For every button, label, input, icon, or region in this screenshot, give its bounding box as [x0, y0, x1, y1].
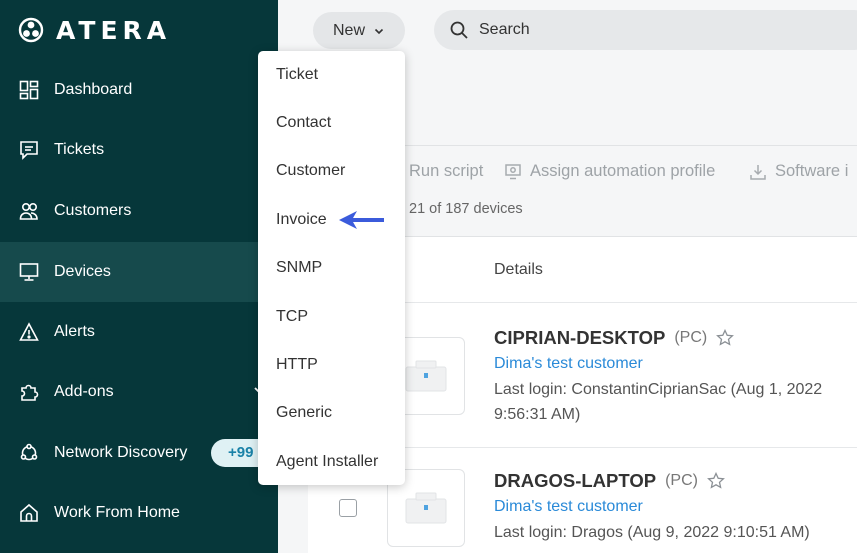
menu-item-snmp[interactable]: SNMP: [276, 259, 322, 277]
sidebar-item-label: Tickets: [54, 141, 105, 158]
device-name[interactable]: CIPRIAN-DESKTOP (PC): [494, 327, 735, 349]
menu-item-ticket[interactable]: Ticket: [276, 66, 318, 84]
last-login: Last login: ConstantinCiprianSac (Aug 1,…: [494, 381, 823, 423]
device-name-text: CIPRIAN-DESKTOP: [494, 327, 666, 348]
assign-automation-profile-button[interactable]: Assign automation profile: [504, 162, 715, 181]
sidebar-item-devices[interactable]: Devices: [0, 242, 278, 302]
dashboard-icon: [18, 79, 40, 101]
computer-case-icon: [405, 360, 447, 392]
sidebar-item-customers[interactable]: Customers: [0, 181, 278, 241]
sidebar: ATERA Dashboard Tickets Customers Device…: [0, 0, 291, 553]
menu-item-http[interactable]: HTTP: [276, 356, 318, 374]
row-checkbox[interactable]: [339, 499, 357, 517]
device-name[interactable]: DRAGOS-LAPTOP (PC): [494, 470, 725, 492]
brand-logo[interactable]: ATERA: [18, 15, 171, 45]
search-icon: [450, 21, 468, 39]
star-icon[interactable]: [716, 329, 735, 347]
new-button-label: New: [332, 21, 365, 39]
sidebar-item-label: Add-ons: [54, 383, 114, 400]
device-type: (PC): [674, 329, 708, 346]
new-dropdown-menu: Ticket Contact Customer Invoice SNMP TCP…: [258, 51, 405, 485]
sidebar-item-label: Dashboard: [54, 81, 133, 98]
last-login: Last login: Dragos (Aug 9, 2022 9:10:51 …: [494, 524, 810, 541]
sidebar-item-label: Work From Home: [54, 504, 180, 521]
menu-item-generic[interactable]: Generic: [276, 404, 332, 422]
menu-item-tcp[interactable]: TCP: [276, 308, 308, 326]
menu-item-contact[interactable]: Contact: [276, 114, 331, 132]
device-count: 21 of 187 devices: [409, 201, 523, 217]
ticket-icon: [18, 139, 40, 161]
sidebar-item-dashboard[interactable]: Dashboard: [0, 60, 278, 120]
customer-link[interactable]: Dima's test customer: [494, 355, 643, 373]
sidebar-item-alerts[interactable]: Alerts: [0, 302, 278, 362]
software-install-button[interactable]: Software i: [749, 162, 848, 181]
menu-item-customer[interactable]: Customer: [276, 162, 345, 180]
download-icon: [750, 164, 766, 180]
sidebar-item-tickets[interactable]: Tickets: [0, 120, 278, 180]
left-arrow-icon: [339, 211, 384, 229]
sidebar-item-label: Network Discovery: [54, 444, 188, 461]
sidebar-item-add-ons[interactable]: Add-ons: [0, 362, 278, 422]
assign-automation-profile-label: Assign automation profile: [530, 162, 716, 180]
computer-case-icon: [405, 492, 447, 524]
brand-name: ATERA: [56, 15, 172, 45]
device-type: (PC): [665, 472, 698, 489]
sidebar-item-label: Alerts: [54, 323, 95, 340]
menu-item-agent-installer[interactable]: Agent Installer: [276, 453, 378, 471]
search-input[interactable]: Search: [434, 10, 857, 50]
chevron-down-icon: [374, 28, 384, 34]
sidebar-item-work-from-home[interactable]: Work From Home: [0, 483, 278, 543]
run-script-button[interactable]: Run script: [409, 162, 483, 181]
sidebar-item-network-discovery[interactable]: Network Discovery +99: [0, 423, 291, 483]
details-column-header: Details: [494, 261, 543, 278]
home-icon: [18, 502, 40, 524]
devices-icon: [18, 261, 40, 283]
software-install-label: Software i: [775, 162, 849, 180]
customers-icon: [18, 200, 40, 222]
puzzle-icon: [18, 381, 40, 403]
network-icon: [18, 442, 40, 464]
star-icon[interactable]: [707, 472, 725, 490]
automation-gear-icon: [505, 163, 521, 179]
sidebar-item-label: Customers: [54, 202, 132, 219]
menu-item-invoice[interactable]: Invoice: [276, 211, 327, 229]
run-script-label: Run script: [409, 162, 484, 180]
atera-logo-icon: [18, 17, 44, 43]
sidebar-item-label: Devices: [54, 263, 111, 280]
customer-link[interactable]: Dima's test customer: [494, 498, 643, 516]
alert-icon: [18, 321, 40, 343]
new-button[interactable]: New: [313, 12, 405, 49]
search-placeholder: Search: [479, 21, 530, 38]
device-name-text: DRAGOS-LAPTOP: [494, 470, 657, 491]
